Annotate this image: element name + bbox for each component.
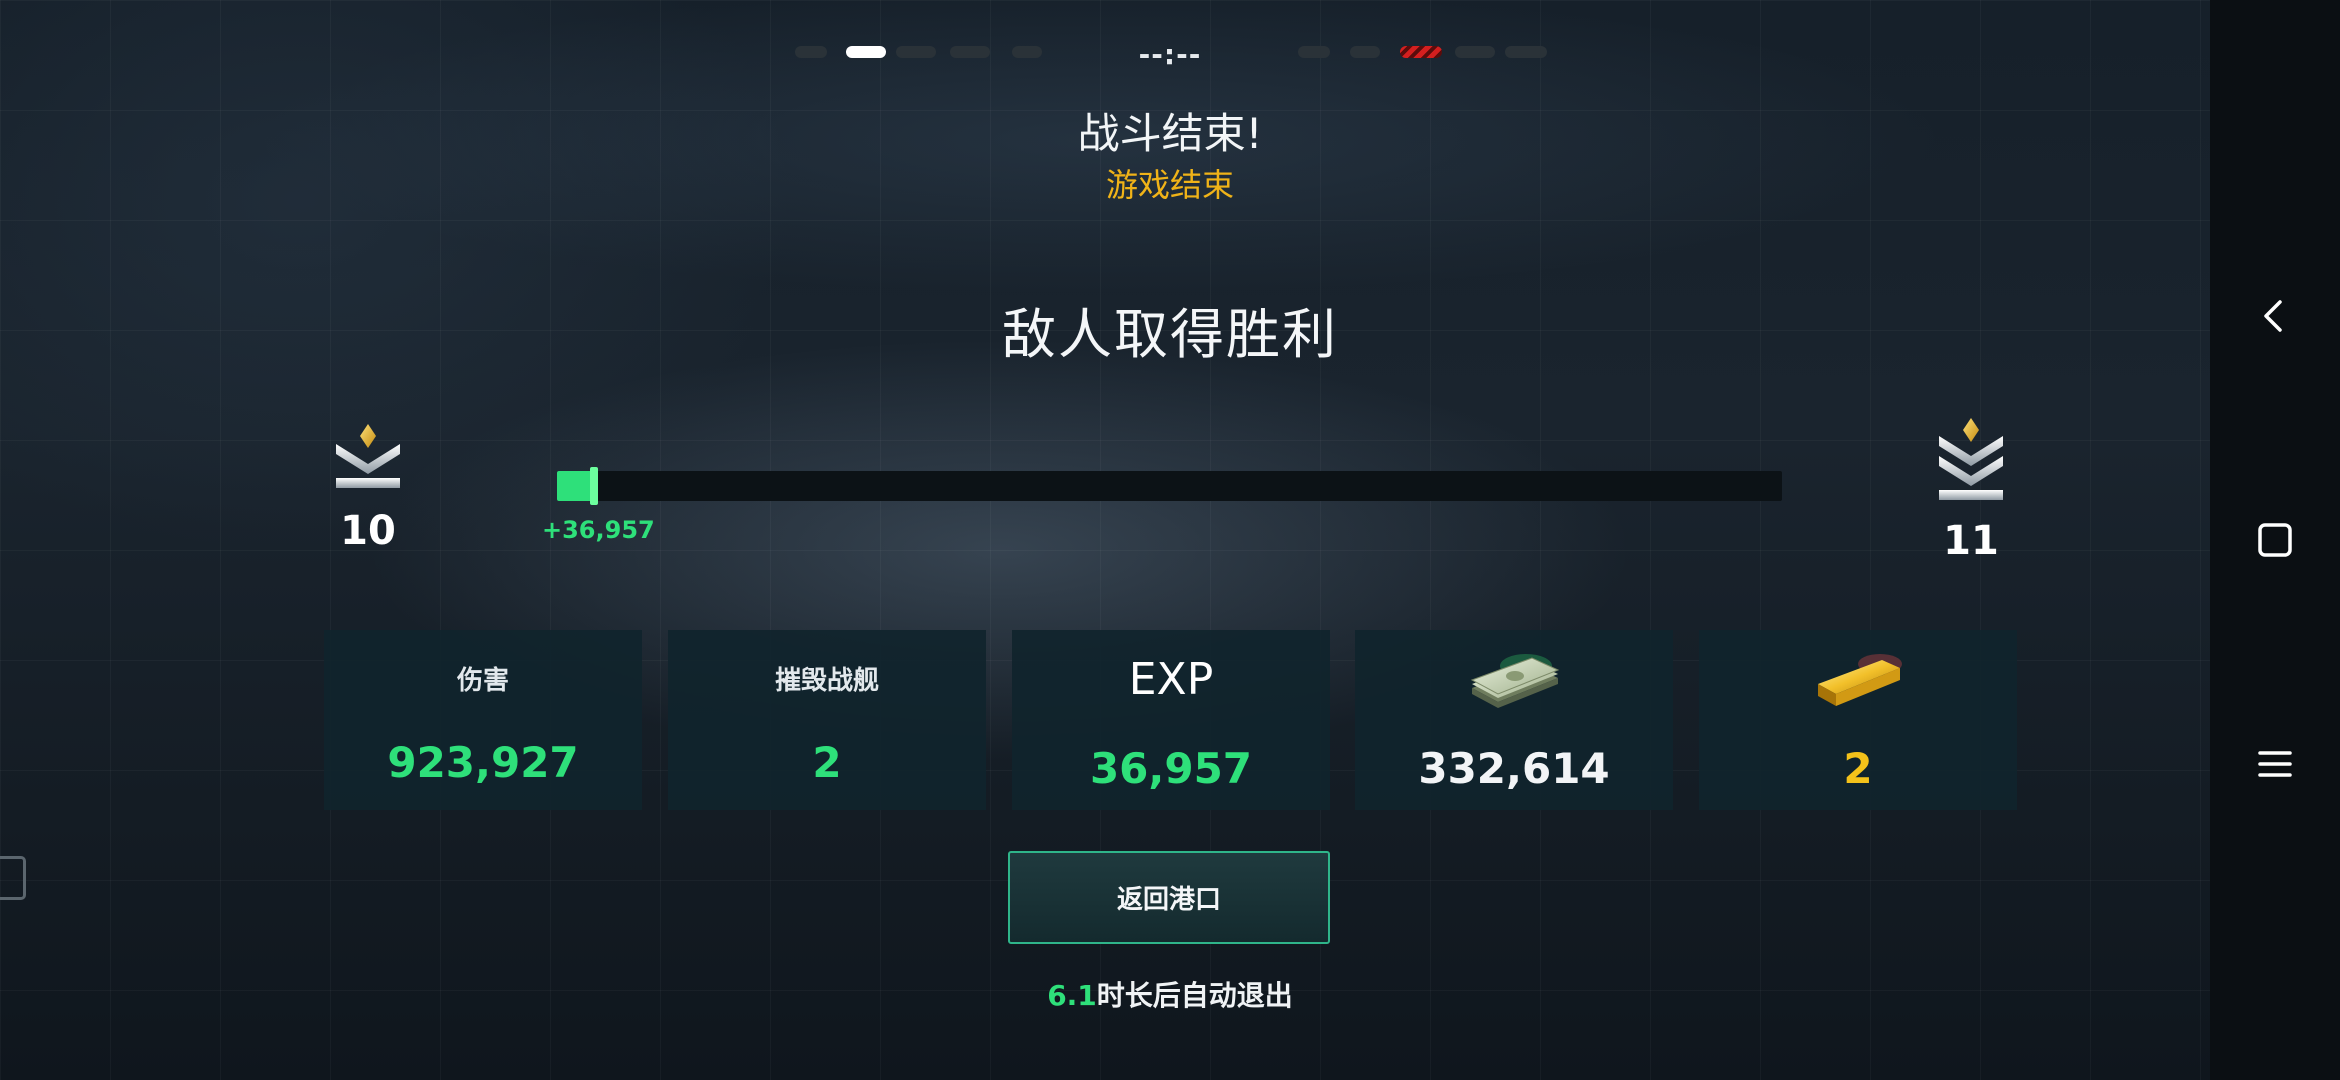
next-rank-level: 11 [1943,518,1999,564]
countdown-seconds: 6.1 [1047,979,1097,1012]
cash-stack-icon [1355,644,1673,716]
enemy-ship-marker [1298,46,1330,58]
side-handle[interactable] [0,856,26,900]
system-navigation-bar [2210,0,2340,1080]
nav-home-button[interactable] [2235,500,2315,580]
stat-value-credits: 332,614 [1418,744,1610,793]
auto-exit-countdown: 6.1时长后自动退出 [0,974,2340,1014]
current-rank: 10 [308,420,428,554]
rank-progress-marker [590,467,598,505]
stat-card-credits: 332,614 [1355,630,1673,810]
rank-progress-fill [557,471,594,501]
ally-ship-marker [950,46,990,58]
stat-value-kills: 2 [812,738,842,787]
menu-lines-icon [2258,751,2292,777]
current-rank-level: 10 [340,508,396,554]
return-to-port-button[interactable]: 返回港口 [1008,851,1330,944]
enemy-ship-marker [1350,46,1380,58]
gold-bar-icon [1699,644,2017,716]
ally-ship-marker [1012,46,1042,58]
enemy-ship-marker [1505,46,1547,58]
nav-menu-button[interactable] [2235,724,2315,804]
enemy-ship-marker [1455,46,1495,58]
stat-label: 摧毁战舰 [774,666,879,696]
game-over-subtitle: 游戏结束 [1105,166,1234,204]
stat-label: EXP [1128,654,1214,705]
stat-card-exp: EXP 36,957 [1012,630,1330,810]
countdown-suffix: 时长后自动退出 [1096,979,1293,1012]
ally-ship-marker [896,46,936,58]
ally-ship-marker [795,46,827,58]
rank-progress-bar [557,467,1782,505]
exp-gain-label: +36,957 [542,516,655,544]
home-square-icon [2258,523,2292,557]
rank-chevron-icon [336,424,400,488]
stat-card-kills: 摧毁战舰 2 [668,630,986,810]
back-chevron-icon [2264,300,2282,332]
nav-back-button[interactable] [2235,276,2315,356]
stat-card-damage: 伤害 923,927 [324,630,642,810]
next-rank: 11 [1911,416,2031,564]
battle-over-title: 战斗结束! [1077,109,1263,158]
team-status-bar: --:-- [0,38,2210,71]
stat-value-damage: 923,927 [387,738,579,787]
stat-card-gold: 2 [1699,630,2017,810]
stat-value-gold: 2 [1843,744,1873,793]
stat-value-exp: 36,957 [1089,744,1253,793]
stat-label: 伤害 [456,666,509,696]
enemy-ship-marker-hit [1400,46,1442,58]
ally-ship-marker-active [846,46,886,58]
rank-chevron-icon [1939,418,2003,500]
battle-result: 敌人取得胜利 [1002,303,1338,366]
